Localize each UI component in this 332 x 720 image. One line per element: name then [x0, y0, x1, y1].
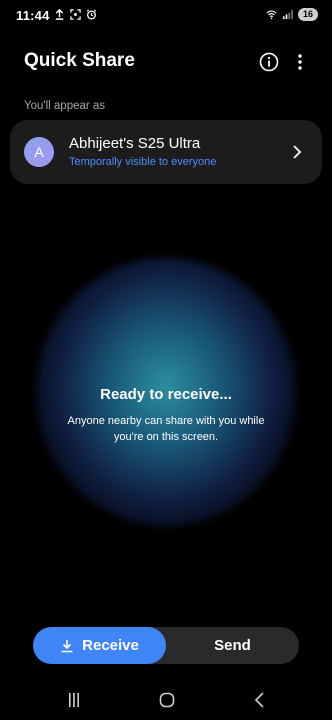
- appear-as-label: You'll appear as: [24, 100, 106, 112]
- upload-arrow-icon: [55, 9, 64, 20]
- ready-title: Ready to receive...: [100, 386, 232, 403]
- more-vertical-icon[interactable]: [290, 51, 310, 73]
- status-bar: 11:44 16: [0, 0, 332, 30]
- visibility-status: Temporally visible to everyone: [69, 156, 217, 168]
- avatar: A: [24, 137, 54, 167]
- back-icon[interactable]: [250, 690, 270, 710]
- quick-share-screen: 11:44 16 Quick Share You'll appear as A …: [0, 0, 332, 720]
- download-icon: [61, 639, 73, 652]
- recent-apps-icon[interactable]: [64, 690, 84, 710]
- send-button[interactable]: Send: [166, 627, 299, 664]
- device-visibility-card[interactable]: A Abhijeet's S25 Ultra Temporally visibl…: [10, 120, 322, 184]
- ready-description: Anyone nearby can share with you while y…: [67, 415, 265, 443]
- navigation-bar: [0, 686, 332, 716]
- wifi-icon: [266, 10, 277, 20]
- receive-label: Receive: [82, 637, 139, 654]
- battery-icon: 16: [297, 8, 318, 21]
- mode-toggle: Receive Send: [33, 627, 299, 664]
- signal-icon: [282, 9, 293, 20]
- info-icon[interactable]: [258, 51, 280, 73]
- status-right-icons: 16: [266, 8, 318, 21]
- chevron-right-icon: [293, 145, 302, 159]
- home-icon[interactable]: [157, 690, 177, 710]
- status-time: 11:44: [16, 8, 50, 23]
- screenshot-icon: [70, 9, 81, 20]
- alarm-icon: [86, 9, 97, 20]
- page-title: Quick Share: [24, 50, 135, 71]
- receive-button[interactable]: Receive: [33, 627, 166, 664]
- send-label: Send: [214, 637, 251, 654]
- device-name: Abhijeet's S25 Ultra: [69, 135, 201, 152]
- status-left-icons: [54, 9, 97, 20]
